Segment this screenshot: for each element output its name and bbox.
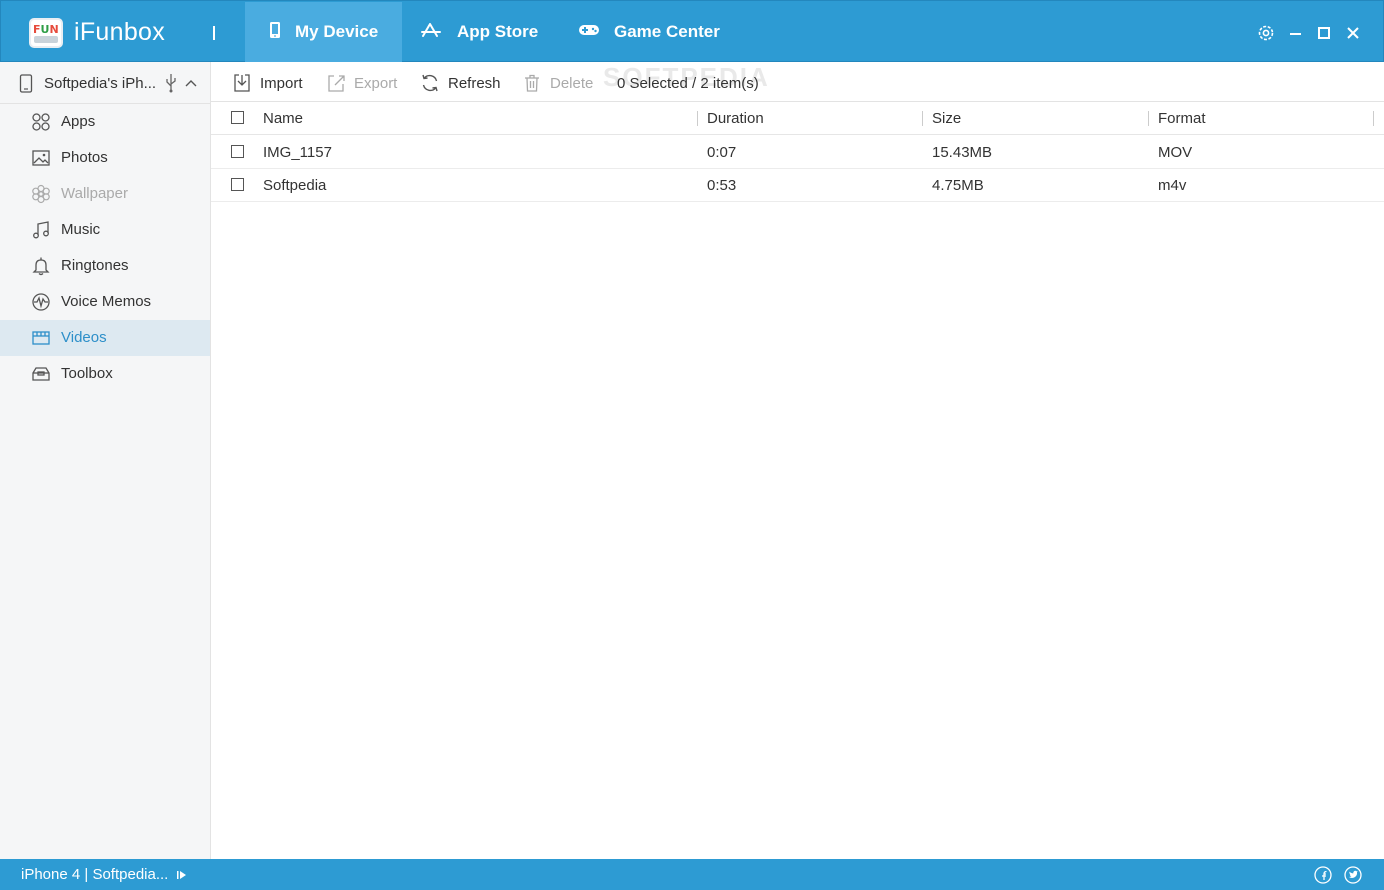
videos-icon [31, 328, 51, 348]
export-icon [326, 73, 346, 93]
wallpaper-icon [31, 184, 51, 204]
sidebar-item-label: Ringtones [61, 257, 129, 274]
row-checkbox[interactable] [231, 145, 244, 158]
status-bar: iPhone 4 | Softpedia... [0, 859, 1384, 890]
tab-game-center[interactable]: Game Center [578, 2, 738, 62]
cell-duration: 0:07 [707, 144, 737, 161]
device-name: Softpedia's iPh... [44, 75, 157, 92]
column-resize-handle[interactable] [697, 111, 698, 126]
app-store-icon [421, 22, 443, 43]
import-icon [232, 73, 252, 93]
table-header: Name Duration Size Format [211, 102, 1384, 135]
photos-icon [31, 148, 51, 168]
tab-label: App Store [457, 22, 539, 41]
refresh-label: Refresh [448, 74, 501, 92]
tab-app-store[interactable]: App Store [421, 2, 561, 62]
column-header-size[interactable]: Size [932, 110, 961, 127]
tab-label: My Device [295, 22, 379, 41]
sidebar-item-ringtones[interactable]: Ringtones [0, 248, 210, 284]
toolbar: SOFTPEDIA Import Export Refresh Delete 0… [211, 62, 1384, 102]
status-device: iPhone 4 | Softpedia... [21, 866, 169, 883]
music-icon [31, 220, 51, 240]
title-separator [213, 26, 215, 40]
toolbox-icon [31, 364, 51, 384]
device-selector[interactable]: Softpedia's iPh... [0, 62, 210, 104]
sidebar-item-label: Apps [61, 113, 96, 130]
cell-name: IMG_1157 [263, 144, 332, 161]
column-resize-handle[interactable] [922, 111, 923, 126]
sidebar: Softpedia's iPh... Apps Photos Wallpaper… [0, 62, 211, 859]
sidebar-item-videos[interactable]: Videos [0, 320, 210, 356]
refresh-button[interactable]: Refresh [420, 72, 501, 94]
apps-icon [31, 112, 51, 132]
cell-size: 15.43MB [932, 144, 993, 161]
refresh-icon [420, 73, 440, 93]
sidebar-item-label: Toolbox [61, 365, 113, 382]
play-arrow-icon[interactable] [176, 868, 188, 885]
title-bar: FUN iFunbox My Device App Store Game Cen… [0, 0, 1384, 62]
trash-icon [522, 73, 542, 93]
twitter-icon[interactable] [1344, 866, 1362, 884]
export-label: Export [354, 74, 398, 92]
import-label: Import [260, 74, 303, 92]
tab-label: Game Center [614, 22, 720, 41]
app-title: iFunbox [74, 18, 166, 46]
cell-format: MOV [1158, 144, 1193, 161]
cell-format: m4v [1158, 177, 1187, 194]
cell-name: Softpedia [263, 177, 327, 194]
phone-icon [269, 21, 281, 44]
chevron-up-icon[interactable] [185, 76, 197, 93]
sidebar-item-apps[interactable]: Apps [0, 104, 210, 140]
sidebar-item-label: Wallpaper [61, 185, 128, 202]
column-resize-handle[interactable] [1373, 111, 1374, 126]
app-logo-icon: FUN [29, 18, 63, 48]
gamepad-icon [578, 22, 600, 42]
close-icon[interactable] [1343, 23, 1363, 43]
minimize-icon[interactable] [1286, 23, 1306, 43]
device-phone-icon [19, 74, 33, 97]
sidebar-item-music[interactable]: Music [0, 212, 210, 248]
voice-memos-icon [31, 292, 51, 312]
column-header-format[interactable]: Format [1158, 110, 1206, 127]
sidebar-item-voice-memos[interactable]: Voice Memos [0, 284, 210, 320]
facebook-icon[interactable] [1314, 866, 1332, 884]
sidebar-item-wallpaper[interactable]: Wallpaper [0, 176, 210, 212]
sidebar-item-label: Videos [61, 329, 107, 346]
sidebar-item-label: Music [61, 221, 101, 238]
column-header-duration[interactable]: Duration [707, 110, 764, 127]
column-header-name[interactable]: Name [263, 110, 303, 127]
cell-size: 4.75MB [932, 177, 984, 194]
logo-text: FUN [33, 23, 59, 36]
bell-icon [31, 256, 51, 276]
table-row[interactable]: IMG_1157 0:07 15.43MB MOV [211, 136, 1384, 169]
table-row[interactable]: Softpedia 0:53 4.75MB m4v [211, 169, 1384, 202]
sidebar-item-label: Voice Memos [61, 293, 152, 310]
import-button[interactable]: Import [232, 72, 303, 94]
delete-button[interactable]: Delete [522, 72, 593, 94]
settings-gear-icon[interactable] [1256, 23, 1276, 43]
maximize-icon[interactable] [1314, 23, 1334, 43]
column-resize-handle[interactable] [1148, 111, 1149, 126]
export-button[interactable]: Export [326, 72, 397, 94]
select-all-checkbox[interactable] [231, 111, 244, 124]
sidebar-item-label: Photos [61, 149, 108, 166]
cell-duration: 0:53 [707, 177, 737, 194]
tab-my-device[interactable]: My Device [245, 2, 402, 62]
delete-label: Delete [550, 74, 594, 92]
row-checkbox[interactable] [231, 178, 244, 191]
sidebar-item-toolbox[interactable]: Toolbox [0, 356, 210, 392]
selection-count: 0 Selected / 2 item(s) [617, 75, 759, 92]
sidebar-item-photos[interactable]: Photos [0, 140, 210, 176]
usb-icon [165, 73, 177, 97]
